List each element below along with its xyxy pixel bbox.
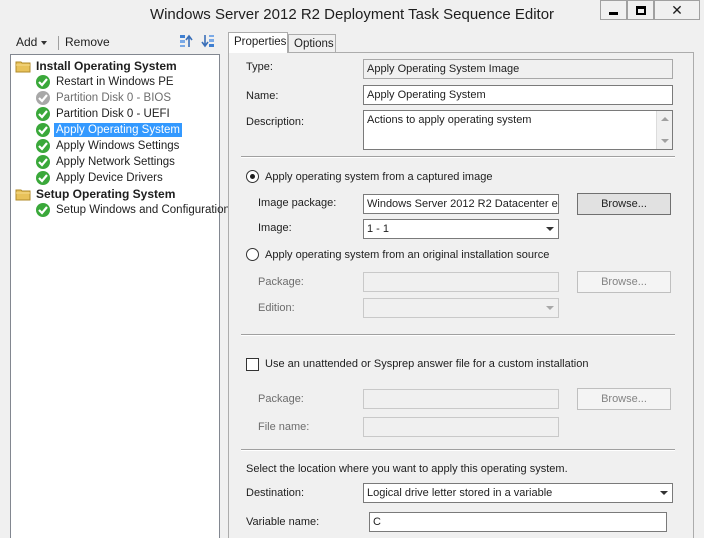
unattend-label: Use an unattended or Sysprep answer file… bbox=[265, 358, 589, 370]
chevron-down-icon bbox=[660, 491, 668, 495]
chevron-down-icon bbox=[546, 227, 554, 231]
title-bar: Windows Server 2012 R2 Deployment Task S… bbox=[0, 0, 704, 30]
tree-item-label: Setup Windows and Configuration bbox=[56, 204, 230, 216]
section-divider bbox=[241, 156, 675, 158]
tree-item-apply-os[interactable]: Apply Operating System bbox=[35, 122, 183, 138]
check-circle-icon bbox=[36, 203, 50, 217]
task-sequence-tree[interactable]: Install Operating System Restart in Wind… bbox=[10, 54, 230, 538]
check-circle-icon bbox=[36, 107, 50, 121]
tree-item-label: Partition Disk 0 - BIOS bbox=[56, 92, 172, 104]
move-down-icon bbox=[201, 35, 214, 48]
description-label: Description: bbox=[246, 116, 305, 128]
unattend-package-field bbox=[363, 389, 559, 409]
section-divider bbox=[241, 334, 675, 336]
tree-item-partition-uefi[interactable]: Partition Disk 0 - UEFI bbox=[35, 106, 172, 122]
description-text: Actions to apply operating system bbox=[367, 114, 532, 126]
tree-item-label: Apply Device Drivers bbox=[56, 172, 163, 184]
tree-item-apply-windows-settings[interactable]: Apply Windows Settings bbox=[35, 138, 181, 154]
chevron-down-icon bbox=[546, 306, 554, 310]
image-package-browse-button[interactable]: Browse... bbox=[577, 193, 671, 215]
tree-item-apply-device-drivers[interactable]: Apply Device Drivers bbox=[35, 170, 165, 186]
tree-group-setup-os[interactable]: Setup Operating System bbox=[15, 186, 177, 202]
name-label: Name: bbox=[246, 90, 279, 102]
file-name-label: File name: bbox=[258, 421, 310, 433]
image-select[interactable]: 1 - 1 bbox=[363, 219, 559, 239]
radio-original-source[interactable] bbox=[246, 248, 259, 261]
tab-properties[interactable]: Properties bbox=[228, 32, 288, 53]
chevron-down-icon bbox=[41, 40, 48, 45]
unattend-checkbox[interactable] bbox=[246, 358, 259, 371]
tree-item-label: Restart in Windows PE bbox=[56, 76, 174, 88]
tree-item-setup-windows-config[interactable]: Setup Windows and Configuration bbox=[35, 202, 232, 218]
name-input[interactable]: Apply Operating System bbox=[363, 85, 673, 105]
check-circle-icon bbox=[36, 75, 50, 89]
image-package-field: Windows Server 2012 R2 Datacenter e bbox=[363, 194, 559, 214]
file-name-field bbox=[363, 417, 559, 437]
scroll-up-icon bbox=[661, 117, 669, 121]
tree-item-partition-bios[interactable]: Partition Disk 0 - BIOS bbox=[35, 90, 173, 106]
check-circle-icon bbox=[36, 155, 50, 169]
image-select-value: 1 - 1 bbox=[367, 223, 390, 235]
tab-options[interactable]: Options bbox=[288, 34, 336, 52]
tree-group-label: Setup Operating System bbox=[36, 187, 176, 201]
edition-select[interactable] bbox=[363, 298, 559, 318]
tree-toolbar: Add Remove bbox=[10, 32, 220, 52]
tree-item-label: Apply Windows Settings bbox=[56, 140, 180, 152]
destination-select[interactable]: Logical drive letter stored in a variabl… bbox=[363, 483, 673, 503]
type-field: Apply Operating System Image bbox=[363, 59, 673, 79]
folder-icon bbox=[15, 189, 31, 201]
close-button[interactable]: ✕ bbox=[654, 0, 700, 20]
maximize-icon bbox=[635, 5, 646, 15]
type-label: Type: bbox=[246, 61, 273, 73]
add-menu-button[interactable]: Add bbox=[16, 35, 48, 49]
variable-name-label: Variable name: bbox=[246, 516, 320, 528]
location-instructions: Select the location where you want to ap… bbox=[246, 463, 568, 475]
tree-group-label: Install Operating System bbox=[36, 59, 177, 73]
tree-item-label: Apply Operating System bbox=[54, 123, 183, 137]
toolbar-divider bbox=[58, 36, 59, 50]
destination-select-value: Logical drive letter stored in a variabl… bbox=[367, 487, 553, 499]
move-up-button[interactable] bbox=[178, 33, 194, 49]
tree-item-apply-network-settings[interactable]: Apply Network Settings bbox=[35, 154, 177, 170]
radio-captured-label: Apply operating system from a captured i… bbox=[265, 171, 493, 183]
properties-panel: Type: Apply Operating System Image Name:… bbox=[228, 52, 694, 538]
tree-item-restart-winpe[interactable]: Restart in Windows PE bbox=[35, 74, 176, 90]
image-label: Image: bbox=[258, 222, 292, 234]
tree-item-label: Apply Network Settings bbox=[56, 156, 175, 168]
unattend-browse-button[interactable]: Browse... bbox=[577, 388, 671, 410]
tree-group-install-os[interactable]: Install Operating System bbox=[15, 58, 179, 74]
image-package-label: Image package: bbox=[258, 197, 337, 209]
move-down-button[interactable] bbox=[200, 33, 216, 49]
add-label: Add bbox=[16, 35, 38, 49]
radio-captured-image[interactable] bbox=[246, 170, 259, 183]
maximize-button[interactable] bbox=[627, 0, 654, 20]
folder-icon bbox=[15, 61, 31, 73]
description-textarea[interactable]: Actions to apply operating system bbox=[363, 110, 673, 150]
unattend-package-label: Package: bbox=[258, 393, 304, 405]
destination-label: Destination: bbox=[246, 487, 305, 499]
package-browse-button[interactable]: Browse... bbox=[577, 271, 671, 293]
package-field bbox=[363, 272, 559, 292]
section-divider bbox=[241, 449, 675, 451]
radio-original-label: Apply operating system from an original … bbox=[265, 249, 550, 261]
scroll-down-icon bbox=[661, 139, 669, 143]
minimize-button[interactable] bbox=[600, 0, 627, 20]
check-circle-icon bbox=[36, 139, 50, 153]
move-up-icon bbox=[180, 34, 193, 47]
description-scrollbar[interactable] bbox=[656, 111, 672, 149]
minimize-icon bbox=[609, 11, 618, 15]
window-title: Windows Server 2012 R2 Deployment Task S… bbox=[149, 6, 555, 23]
check-circle-icon bbox=[36, 171, 50, 185]
task-sequence-editor-window: Windows Server 2012 R2 Deployment Task S… bbox=[0, 0, 704, 538]
edition-label: Edition: bbox=[258, 302, 295, 314]
remove-button[interactable]: Remove bbox=[65, 35, 110, 49]
close-icon: ✕ bbox=[671, 2, 683, 18]
variable-name-input[interactable]: C bbox=[369, 512, 667, 532]
package-label: Package: bbox=[258, 276, 304, 288]
tree-item-label: Partition Disk 0 - UEFI bbox=[56, 108, 170, 120]
check-circle-icon bbox=[36, 123, 50, 137]
check-circle-disabled-icon bbox=[36, 91, 50, 105]
